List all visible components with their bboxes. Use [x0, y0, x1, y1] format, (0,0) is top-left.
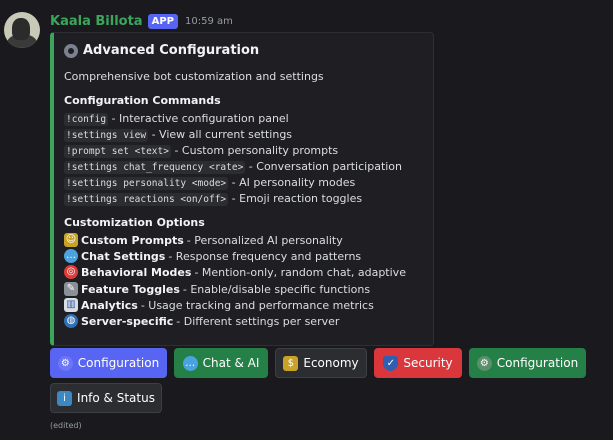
timestamp: 10:59 am	[184, 15, 233, 27]
configuration-button-primary[interactable]: ⚙ Configuration	[50, 348, 167, 378]
button-label: Chat & AI	[202, 356, 260, 370]
command-line: !prompt set <text> - Custom personality …	[64, 144, 339, 158]
option-line: ◎ Behavioral Modes - Mention-only, rando…	[64, 265, 406, 279]
option-text: - Enable/disable specific functions	[182, 282, 371, 296]
message-header: Kaala Billota APP 10:59 am	[50, 12, 233, 30]
embed-title: Advanced Configuration	[64, 43, 259, 58]
command-code: !settings view	[64, 129, 149, 142]
app-badge: APP	[147, 13, 178, 29]
economy-button[interactable]: $ Economy	[275, 348, 367, 378]
option-name: Custom Prompts	[81, 233, 184, 247]
command-text: - Conversation participation	[245, 160, 403, 173]
command-text: - AI personality modes	[228, 176, 356, 189]
embed-title-text: Advanced Configuration	[83, 43, 260, 58]
info-status-button[interactable]: i Info & Status	[50, 383, 162, 413]
gear-icon	[64, 43, 78, 58]
option-text: - Personalized AI personality	[186, 233, 343, 247]
shield-icon: ✓	[383, 355, 399, 371]
command-code: !settings reactions <on/off>	[64, 193, 229, 206]
option-text: - Different settings per server	[176, 314, 340, 328]
command-text: - Custom personality prompts	[170, 144, 339, 157]
command-code: !settings chat_frequency <rate>	[64, 161, 246, 174]
button-label: Configuration	[77, 356, 160, 370]
command-line: !settings chat_frequency <rate> - Conver…	[64, 160, 403, 174]
chart-icon: ▥	[64, 298, 78, 312]
security-button[interactable]: ✓ Security	[374, 348, 462, 378]
command-code: !prompt set <text>	[64, 145, 171, 158]
option-line: ◍ Server-specific - Different settings p…	[64, 314, 339, 328]
option-line: ▥ Analytics - Usage tracking and perform…	[64, 298, 374, 312]
embed-description: Comprehensive bot customization and sett…	[64, 70, 324, 83]
option-text: - Mention-only, random chat, adaptive	[194, 265, 406, 279]
option-line: ✎ Feature Toggles - Enable/disable speci…	[64, 282, 370, 296]
globe-icon: ◍	[64, 314, 78, 328]
embed-card: Advanced Configuration Comprehensive bot…	[50, 32, 434, 346]
option-text: - Usage tracking and performance metrics	[140, 298, 374, 312]
money-bag-icon: $	[283, 355, 299, 371]
wrench-icon: ✎	[64, 282, 78, 296]
info-icon: i	[57, 390, 73, 406]
gear-icon: ⚙	[57, 355, 73, 371]
author-name[interactable]: Kaala Billota	[50, 14, 143, 29]
option-name: Server-specific	[81, 314, 174, 328]
button-label: Info & Status	[77, 391, 155, 405]
configuration-button-success[interactable]: ⚙ Configuration	[469, 348, 586, 378]
command-line: !settings reactions <on/off> - Emoji rea…	[64, 192, 363, 206]
command-code: !settings personality <mode>	[64, 177, 229, 190]
speech-bubble-icon: …	[182, 355, 198, 371]
command-code: !config	[64, 113, 109, 126]
button-label: Security	[403, 356, 453, 370]
option-name: Feature Toggles	[81, 282, 180, 296]
speech-bubble-icon: …	[64, 249, 78, 263]
commands-heading: Configuration Commands	[64, 94, 221, 107]
target-icon: ◎	[64, 265, 78, 279]
command-line: !config - Interactive configuration pane…	[64, 112, 289, 126]
option-line: … Chat Settings - Response frequency and…	[64, 249, 361, 263]
button-label: Configuration	[496, 356, 579, 370]
edited-label: (edited)	[50, 421, 82, 430]
command-line: !settings personality <mode> - AI person…	[64, 176, 356, 190]
options-heading: Customization Options	[64, 216, 205, 229]
command-text: - Interactive configuration panel	[108, 112, 289, 125]
avatar[interactable]	[4, 12, 40, 48]
command-line: !settings view - View all current settin…	[64, 128, 293, 142]
option-name: Chat Settings	[81, 249, 166, 263]
option-name: Analytics	[81, 298, 138, 312]
command-text: - View all current settings	[148, 128, 293, 141]
chat-ai-button[interactable]: … Chat & AI	[174, 348, 268, 378]
gear-icon: ⚙	[476, 355, 492, 371]
option-line: ☺ Custom Prompts - Personalized AI perso…	[64, 233, 343, 247]
option-name: Behavioral Modes	[81, 265, 192, 279]
theater-masks-icon: ☺	[64, 233, 78, 247]
button-label: Economy	[303, 356, 359, 370]
command-text: - Emoji reaction toggles	[228, 192, 363, 205]
option-text: - Response frequency and patterns	[168, 249, 362, 263]
